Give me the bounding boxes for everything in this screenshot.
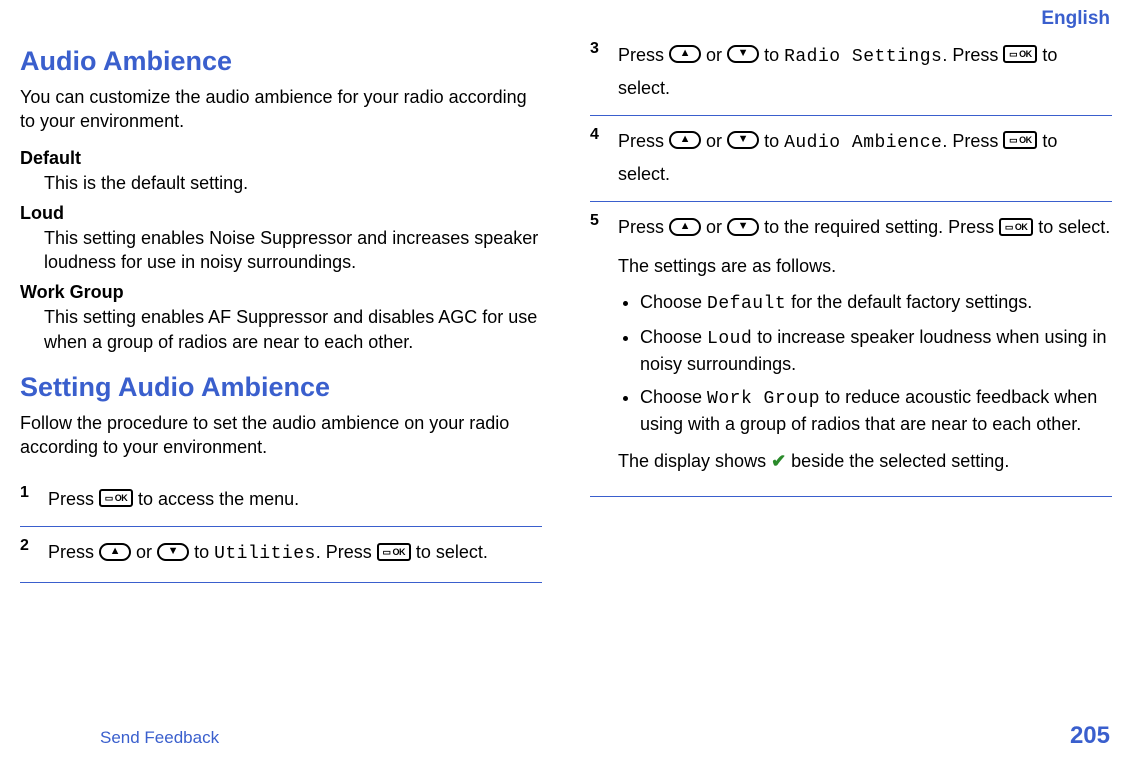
step-number: 5: [590, 212, 618, 484]
steps-right: 3 Press ▲ or ▼ to Radio Settings. Press …: [590, 30, 1112, 497]
down-arrow-icon: ▼: [727, 45, 759, 63]
left-column: Audio Ambience You can customize the aud…: [20, 30, 542, 583]
up-arrow-icon: ▲: [669, 45, 701, 63]
step-body: Press ▲ or ▼ to Utilities. Press to sele…: [48, 537, 542, 570]
def-term-loud: Loud: [20, 203, 542, 224]
step-text: or: [706, 131, 727, 151]
step-text: . Press: [942, 45, 1003, 65]
step-text: to the required setting. Press: [764, 217, 999, 237]
step-body: Press ▲ or ▼ to the required setting. Pr…: [618, 212, 1112, 484]
def-desc-workgroup: This setting enables AF Suppressor and d…: [44, 305, 542, 354]
menu-audio-ambience: Audio Ambience: [784, 133, 942, 153]
step-5: 5 Press ▲ or ▼ to the required setting. …: [590, 202, 1112, 496]
step-text: to: [764, 131, 784, 151]
step-text: to select.: [416, 542, 488, 562]
step-3: 3 Press ▲ or ▼ to Radio Settings. Press …: [590, 30, 1112, 116]
bullet-text: Choose: [640, 327, 707, 347]
content-columns: Audio Ambience You can customize the aud…: [0, 30, 1132, 583]
step-text: to select.: [1038, 217, 1110, 237]
page-footer: Send Feedback 205: [0, 722, 1132, 750]
steps-left: 1 Press to access the menu. 2 Press ▲ or…: [20, 474, 542, 583]
down-arrow-icon: ▼: [727, 218, 759, 236]
step-text: . Press: [942, 131, 1003, 151]
def-term-workgroup: Work Group: [20, 282, 542, 303]
step-text: Press: [618, 217, 669, 237]
def-term-default: Default: [20, 148, 542, 169]
procedure-intro: Follow the procedure to set the audio am…: [20, 411, 542, 460]
step-number: 3: [590, 40, 618, 103]
page-number: 205: [1070, 722, 1110, 750]
menu-utilities: Utilities: [214, 544, 316, 564]
step-text: Press: [618, 45, 669, 65]
settings-intro: The settings are as follows.: [618, 251, 1112, 282]
up-arrow-icon: ▲: [669, 131, 701, 149]
up-arrow-icon: ▲: [99, 543, 131, 561]
ok-button-icon: [377, 543, 411, 561]
def-desc-loud: This setting enables Noise Suppressor an…: [44, 226, 542, 275]
header-language: English: [0, 0, 1132, 30]
step-number: 4: [590, 126, 618, 189]
bullet-text: Choose: [640, 292, 707, 312]
step-divider: [590, 496, 1112, 497]
intro-paragraph: You can customize the audio ambience for…: [20, 85, 542, 134]
step-text: to access the menu.: [138, 489, 299, 509]
step-text: or: [136, 542, 157, 562]
step-text: to: [194, 542, 214, 562]
step-number: 2: [20, 537, 48, 570]
heading-audio-ambience: Audio Ambience: [20, 46, 542, 77]
step-4: 4 Press ▲ or ▼ to Audio Ambience. Press …: [590, 116, 1112, 202]
outro-text: beside the selected setting.: [786, 451, 1009, 471]
up-arrow-icon: ▲: [669, 218, 701, 236]
heading-setting-audio-ambience: Setting Audio Ambience: [20, 372, 542, 403]
menu-radio-settings: Radio Settings: [784, 47, 942, 67]
step-text: Press: [48, 542, 99, 562]
checkmark-icon: ✔: [771, 451, 786, 471]
def-desc-default: This is the default setting.: [44, 171, 542, 195]
step-text: . Press: [316, 542, 377, 562]
option-work-group: Work Group: [707, 389, 820, 409]
list-item: Choose Default for the default factory s…: [640, 290, 1112, 317]
step-body: Press to access the menu.: [48, 484, 542, 515]
ok-button-icon: [1003, 131, 1037, 149]
step-1: 1 Press to access the menu.: [20, 474, 542, 528]
ok-button-icon: [999, 218, 1033, 236]
send-feedback-link[interactable]: Send Feedback: [22, 728, 219, 748]
bullet-text: for the default factory settings.: [786, 292, 1032, 312]
step-text: or: [706, 217, 727, 237]
list-item: Choose Work Group to reduce acoustic fee…: [640, 385, 1112, 437]
settings-list: Choose Default for the default factory s…: [618, 290, 1112, 438]
option-default: Default: [707, 294, 786, 314]
right-column: 3 Press ▲ or ▼ to Radio Settings. Press …: [590, 30, 1112, 583]
down-arrow-icon: ▼: [157, 543, 189, 561]
ok-button-icon: [99, 489, 133, 507]
outro-text: The display shows: [618, 451, 771, 471]
down-arrow-icon: ▼: [727, 131, 759, 149]
step-text: to: [764, 45, 784, 65]
bullet-text: Choose: [640, 387, 707, 407]
step-text: Press: [618, 131, 669, 151]
ok-button-icon: [1003, 45, 1037, 63]
step-text: Press: [48, 489, 99, 509]
step-number: 1: [20, 484, 48, 515]
step-body: Press ▲ or ▼ to Radio Settings. Press to…: [618, 40, 1112, 103]
option-loud: Loud: [707, 329, 752, 349]
step-body: Press ▲ or ▼ to Audio Ambience. Press to…: [618, 126, 1112, 189]
list-item: Choose Loud to increase speaker loudness…: [640, 325, 1112, 377]
definition-list: Default This is the default setting. Lou…: [20, 148, 542, 354]
step-2: 2 Press ▲ or ▼ to Utilities. Press to se…: [20, 527, 542, 583]
step-text: or: [706, 45, 727, 65]
